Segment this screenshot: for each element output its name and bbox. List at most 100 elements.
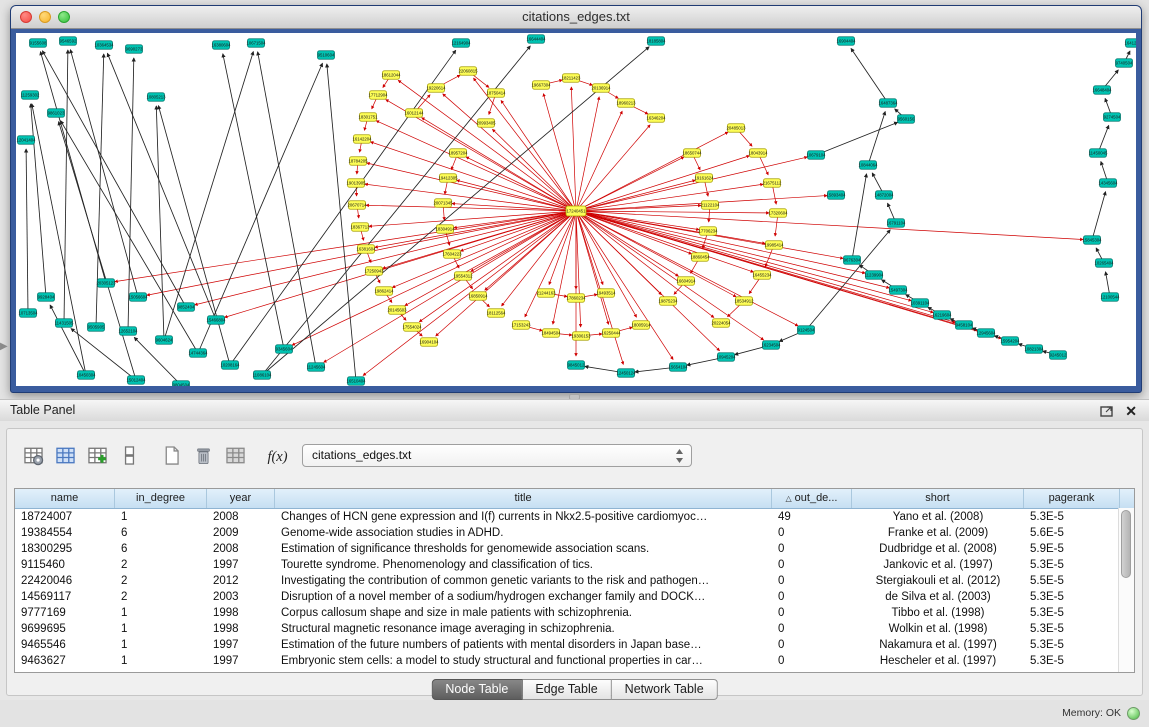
network-node[interactable]: 9740504 (1116, 59, 1133, 68)
close-panel-icon[interactable]: ✕ (1125, 401, 1137, 421)
network-node[interactable]: 19862414 (374, 287, 394, 296)
tab-node-table[interactable]: Node Table (431, 679, 522, 700)
network-node[interactable]: 12450124 (616, 369, 636, 378)
network-node[interactable]: 20071345 (433, 199, 453, 208)
network-node[interactable]: 9274504 (1104, 113, 1121, 122)
network-node[interactable]: 11239904 (865, 271, 884, 280)
network-node[interactable]: 11086104 (253, 371, 272, 380)
window-titlebar[interactable]: citations_edges.txt (11, 6, 1141, 29)
network-node[interactable]: 16012144 (404, 109, 424, 118)
network-node[interactable]: 11450045 (1089, 149, 1108, 158)
network-node[interactable]: 16510404 (346, 377, 366, 386)
table-row[interactable]: 911546021997Tourette syndrome. Phenomeno… (15, 557, 1134, 573)
network-node[interactable]: 17250943 (364, 267, 384, 276)
network-node[interactable]: 15466804 (206, 316, 226, 325)
network-node[interactable]: 16250444 (601, 329, 621, 338)
new-column-icon[interactable] (159, 443, 184, 468)
network-node[interactable]: 9124504 (798, 326, 815, 335)
panel-collapse-arrow-icon[interactable]: ▶ (0, 341, 8, 352)
network-node[interactable]: 19875234 (658, 297, 678, 306)
table-settings-icon[interactable] (21, 443, 46, 468)
network-node[interactable]: 19306153 (571, 332, 591, 341)
network-node[interactable]: 15845304 (1082, 236, 1102, 245)
network-node[interactable]: 12041404 (16, 136, 36, 145)
network-node[interactable]: 17153243 (511, 321, 531, 330)
network-node[interactable]: 18494504 (541, 329, 561, 338)
network-node[interactable]: 9676304 (844, 256, 861, 265)
network-node[interactable]: 9861023 (48, 109, 65, 118)
network-node[interactable]: 17712904 (368, 91, 388, 100)
network-node[interactable]: 19554312 (453, 272, 473, 281)
table-selector-dropdown[interactable]: citations_edges.txt (302, 444, 692, 467)
network-node[interactable]: 12100544 (1100, 293, 1120, 302)
network-node[interactable]: 16381604 (356, 245, 376, 254)
network-node[interactable]: 19412305 (438, 174, 458, 183)
network-node[interactable]: 16380604 (211, 41, 231, 50)
network-node[interactable]: 9928404 (38, 293, 55, 302)
table-row[interactable]: 969969511998Structural magnetic resonanc… (15, 621, 1134, 637)
network-node[interactable]: 14744364 (188, 349, 208, 358)
network-node[interactable]: 18185804 (646, 37, 666, 46)
network-node[interactable]: 15893404 (826, 191, 846, 200)
network-node[interactable]: 10945204 (716, 353, 736, 362)
network-node[interactable]: 16644404 (526, 35, 546, 44)
network-node[interactable]: 20993405 (476, 119, 496, 128)
network-node[interactable]: 19667304 (531, 81, 551, 90)
network-node[interactable]: 10805213 (146, 93, 166, 102)
network-node[interactable]: 18211423 (562, 74, 581, 83)
network-node[interactable]: 17604223 (442, 250, 462, 259)
network-node[interactable]: 16346204 (646, 114, 666, 123)
network-node[interactable]: 20485013 (726, 124, 746, 133)
network-node[interactable]: 18301751 (358, 113, 378, 122)
network-node[interactable]: 21675112 (763, 179, 782, 188)
table-row[interactable]: 1872400712008Changes of HCN gene express… (15, 509, 1134, 525)
network-node[interactable]: 20136914 (591, 84, 611, 93)
network-node[interactable]: 9804504 (173, 381, 190, 386)
network-node[interactable]: 10364534 (94, 41, 114, 50)
network-node[interactable]: 17706234 (698, 227, 718, 236)
network-node[interactable]: 16487364 (878, 99, 898, 108)
column-header-name[interactable]: name (15, 489, 115, 508)
network-node[interactable]: 21244163 (536, 289, 556, 298)
network-node[interactable]: 10844064 (858, 161, 878, 170)
network-node[interactable]: 9155608 (30, 39, 47, 48)
network-node[interactable]: 9458104 (956, 321, 973, 330)
network-node[interactable]: 19985414 (764, 241, 784, 250)
network-node[interactable]: 17240451 (566, 206, 586, 216)
network-node[interactable]: 11245604 (307, 363, 326, 372)
network-node[interactable]: 16455234 (752, 271, 772, 280)
add-table-rows-icon[interactable] (85, 443, 110, 468)
network-node[interactable]: 9345604 (276, 345, 293, 354)
network-node[interactable]: 10679104 (806, 151, 826, 160)
network-node[interactable]: 9560156 (898, 115, 915, 124)
network-node[interactable]: 14872004 (874, 191, 894, 200)
row-height-icon[interactable] (117, 443, 142, 468)
network-node[interactable]: 19013905 (346, 179, 366, 188)
network-node[interactable]: 11259302 (21, 91, 40, 100)
float-panel-icon[interactable] (1100, 404, 1113, 416)
network-node[interactable]: 18005914 (631, 321, 651, 330)
network-node[interactable]: 10208164 (220, 361, 240, 370)
network-node[interactable]: 9245012 (1050, 351, 1067, 360)
network-node[interactable]: 11431505 (55, 319, 74, 328)
network-node[interactable]: 15654104 (668, 363, 688, 372)
network-node[interactable]: 10671504 (246, 39, 266, 48)
network-node[interactable]: 9510604 (318, 51, 335, 60)
network-node[interactable]: 17554024 (402, 323, 422, 332)
network-node[interactable]: 16412304 (1124, 39, 1136, 48)
table-row[interactable]: 1456911722003Disruption of a novel membe… (15, 589, 1134, 605)
network-node[interactable]: 18534912 (734, 297, 754, 306)
network-node[interactable]: 18043914 (748, 149, 768, 158)
network-node[interactable]: 9546592 (60, 37, 77, 46)
tab-network-table[interactable]: Network Table (612, 679, 718, 700)
network-node[interactable]: 15056604 (128, 293, 148, 302)
import-table-icon[interactable] (223, 443, 248, 468)
network-node[interactable]: 18957204 (448, 149, 468, 158)
function-builder-icon[interactable]: f(x) (265, 443, 290, 468)
network-node[interactable]: 19493514 (596, 289, 616, 298)
network-node[interactable]: 20305123 (96, 279, 116, 288)
column-header-year[interactable]: year (207, 489, 275, 508)
table-row[interactable]: 946362711997Embryonic stem cells: a mode… (15, 653, 1134, 669)
table-row[interactable]: 2242004622012Investigating the contribut… (15, 573, 1134, 589)
network-node[interactable]: 16791104 (887, 219, 906, 228)
